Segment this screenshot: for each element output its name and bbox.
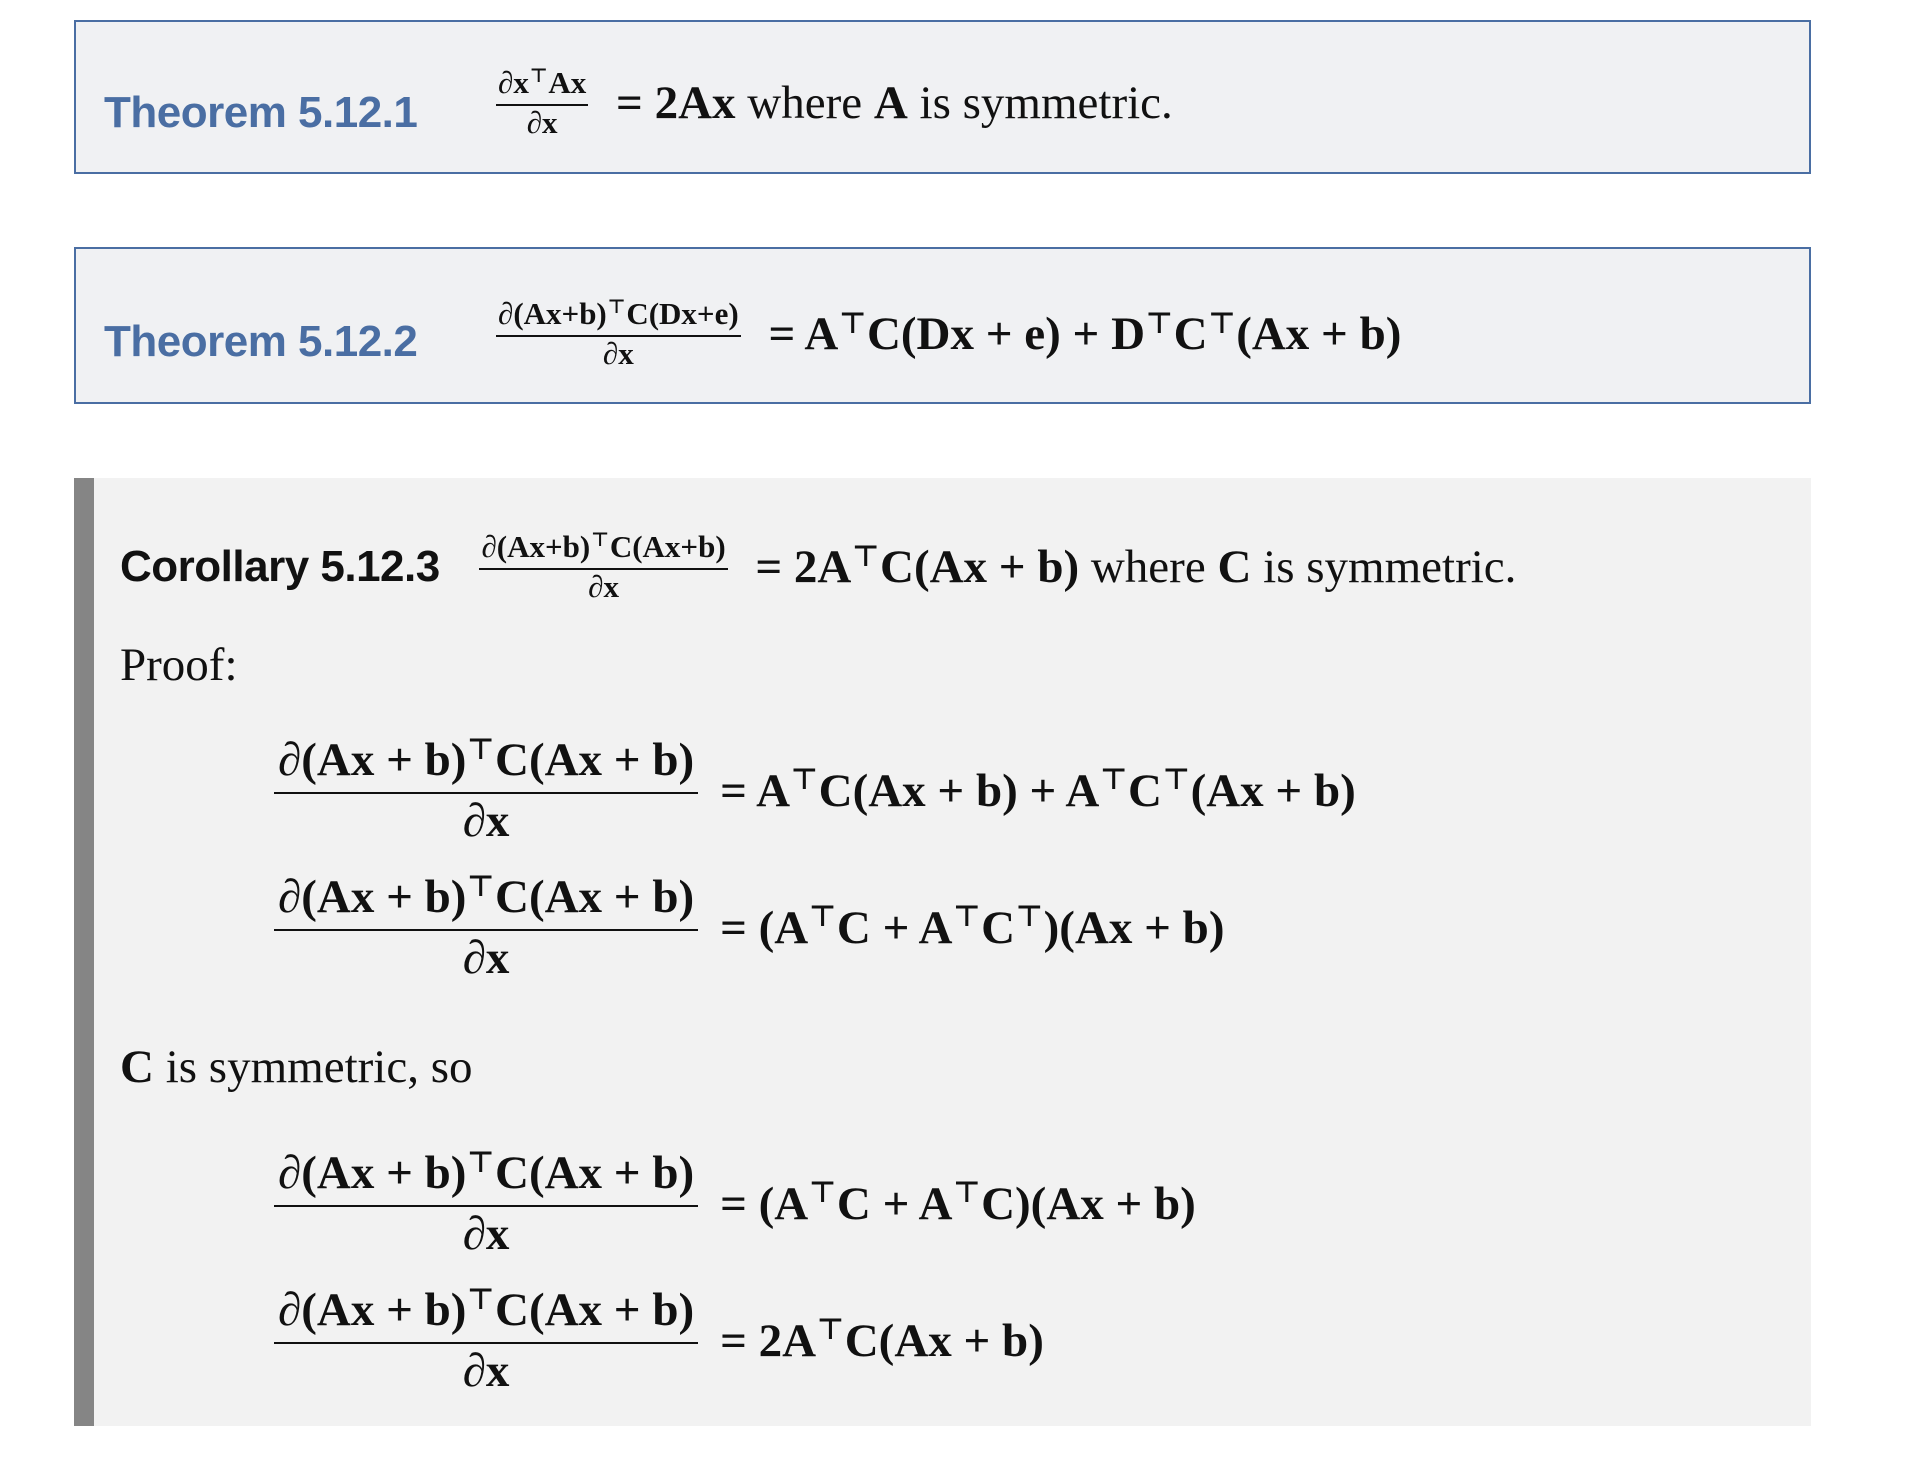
theorem-box-1: Theorem 5.12.1 ∂x⊤Ax ∂x = 2Ax where A is… — [74, 20, 1811, 174]
fraction-numerator: ∂(Ax + b)⊤C(Ax + b) — [274, 1282, 699, 1344]
rhs-expression: = 2Ax — [616, 77, 736, 129]
step-fraction: ∂(Ax + b)⊤C(Ax + b) ∂x — [274, 1145, 699, 1261]
fraction-numerator: ∂x⊤Ax — [496, 64, 589, 106]
step-rhs: = (A⊤C + A⊤C⊤)(Ax + b) — [720, 899, 1225, 954]
equals-rhs: = 2A⊤C(Ax + b) where C is symmetric. — [755, 538, 1517, 593]
text-where: where — [1079, 541, 1218, 593]
corollary-sidebar — [74, 478, 94, 1426]
lhs-fraction: ∂(Ax+b)⊤C(Dx+e) ∂x — [496, 295, 741, 371]
fraction-denominator: ∂x — [462, 932, 510, 984]
fraction-numerator: ∂(Ax + b)⊤C(Ax + b) — [274, 1145, 699, 1207]
text-where: where — [735, 77, 874, 129]
fraction-denominator: ∂x — [602, 336, 634, 371]
fraction-denominator: ∂x — [526, 105, 558, 140]
fraction-denominator: ∂x — [462, 795, 510, 847]
fraction-numerator: ∂(Ax+b)⊤C(Dx+e) — [496, 295, 741, 337]
theorem-label: Theorem 5.12.1 — [104, 88, 418, 137]
step-fraction: ∂(Ax + b)⊤C(Ax + b) ∂x — [274, 732, 699, 848]
proof-step-2: ∂(Ax + b)⊤C(Ax + b) ∂x = (A⊤C + A⊤C⊤)(Ax… — [274, 869, 1225, 985]
theorem-formula: ∂x⊤Ax ∂x = 2Ax where A is symmetric. — [496, 64, 1173, 140]
step-rhs: = (A⊤C + A⊤C)(Ax + b) — [720, 1175, 1196, 1230]
symmetric-sentence: C is symmetric, so — [120, 1040, 473, 1094]
fraction-numerator: ∂(Ax+b)⊤C(Ax+b) — [479, 528, 728, 570]
step-fraction: ∂(Ax + b)⊤C(Ax + b) ∂x — [274, 1282, 699, 1398]
corollary-label: Corollary 5.12.3 — [120, 542, 440, 591]
matrix-symbol: A — [873, 77, 908, 129]
theorem-formula: ∂(Ax+b)⊤C(Dx+e) ∂x = A⊤C(Dx + e) + D⊤C⊤(… — [496, 295, 1402, 371]
step-rhs: = 2A⊤C(Ax + b) — [720, 1312, 1044, 1367]
theorem-label: Theorem 5.12.2 — [104, 317, 418, 366]
matrix-symbol: C — [1217, 541, 1252, 593]
equals-rhs: = 2Ax where A is symmetric. — [616, 77, 1173, 129]
fraction-denominator: ∂x — [462, 1208, 510, 1260]
theorem-box-2: Theorem 5.12.2 ∂(Ax+b)⊤C(Dx+e) ∂x = A⊤C(… — [74, 247, 1811, 404]
step-rhs: = A⊤C(Ax + b) + A⊤C⊤(Ax + b) — [720, 762, 1356, 817]
text-symmetric: is symmetric. — [907, 77, 1173, 129]
text-symmetric: is symmetric. — [1251, 541, 1517, 593]
fraction-numerator: ∂(Ax + b)⊤C(Ax + b) — [274, 732, 699, 794]
rhs-expression: = A⊤C(Dx + e) + D⊤C⊤(Ax + b) — [768, 305, 1402, 360]
sentence-text: is symmetric, so — [153, 1041, 473, 1093]
corollary-statement: Corollary 5.12.3 ∂(Ax+b)⊤C(Ax+b) ∂x = 2A… — [120, 528, 1517, 604]
proof-label: Proof: — [120, 639, 238, 691]
fraction-denominator: ∂x — [462, 1345, 510, 1397]
matrix-symbol: C — [120, 1041, 154, 1093]
fraction-denominator: ∂x — [588, 569, 619, 604]
rhs-expression: = 2A⊤C(Ax + b) — [755, 538, 1080, 593]
fraction-numerator: ∂(Ax + b)⊤C(Ax + b) — [274, 869, 699, 931]
proof-step-4: ∂(Ax + b)⊤C(Ax + b) ∂x = 2A⊤C(Ax + b) — [274, 1282, 1044, 1398]
proof-step-3: ∂(Ax + b)⊤C(Ax + b) ∂x = (A⊤C + A⊤C)(Ax … — [274, 1145, 1196, 1261]
corollary-box: Corollary 5.12.3 ∂(Ax+b)⊤C(Ax+b) ∂x = 2A… — [74, 478, 1811, 1426]
lhs-fraction: ∂x⊤Ax ∂x — [496, 64, 589, 140]
step-fraction: ∂(Ax + b)⊤C(Ax + b) ∂x — [274, 869, 699, 985]
proof-step-1: ∂(Ax + b)⊤C(Ax + b) ∂x = A⊤C(Ax + b) + A… — [274, 732, 1356, 848]
lhs-fraction: ∂(Ax+b)⊤C(Ax+b) ∂x — [479, 528, 728, 604]
